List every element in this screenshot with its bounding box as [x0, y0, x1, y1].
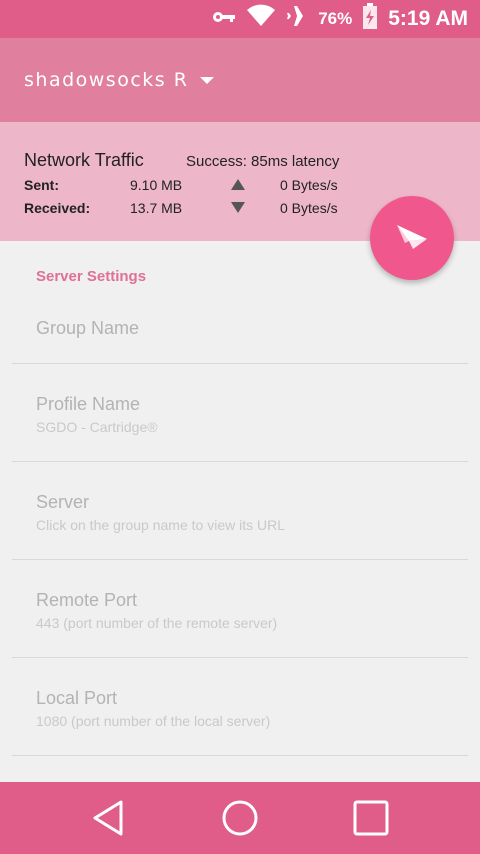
battery-percent: 76%	[318, 9, 353, 28]
wifi-icon	[246, 4, 276, 34]
status-bar: 76% 5:19 AM	[0, 0, 480, 38]
upload-arrow-icon	[231, 179, 245, 190]
received-label: Received:	[24, 200, 91, 216]
pref-summary: Click on the group name to view its URL	[36, 517, 285, 533]
back-icon[interactable]	[88, 798, 128, 838]
vpn-key-icon	[212, 8, 236, 31]
chevron-down-icon[interactable]	[200, 76, 215, 84]
pref-server[interactable]: Server Click on the group name to view i…	[12, 461, 468, 560]
pref-profile-name[interactable]: Profile Name SGDO - Cartridge®	[12, 363, 468, 462]
traffic-heading: Network Traffic	[24, 150, 144, 170]
received-total: 13.7 MB	[130, 200, 183, 216]
sent-total: 9.10 MB	[130, 177, 183, 193]
pref-title: Local Port	[36, 688, 118, 708]
home-icon[interactable]	[220, 798, 260, 838]
app-bar: shadowsocks R	[0, 38, 480, 122]
sent-rate: 0 Bytes/s	[280, 177, 338, 193]
pref-summary: 1080 (port number of the local server)	[36, 713, 271, 729]
airplane-icon	[286, 3, 314, 35]
pref-local-port[interactable]: Local Port 1080 (port number of the loca…	[12, 657, 468, 756]
download-arrow-icon	[231, 202, 245, 213]
pref-title: Profile Name	[36, 394, 141, 414]
pref-group-name[interactable]: Group Name	[12, 265, 468, 364]
profile-selector[interactable]: shadowsocks R	[24, 69, 188, 91]
received-rate: 0 Bytes/s	[280, 200, 338, 216]
pref-remote-port[interactable]: Remote Port 443 (port number of the remo…	[12, 559, 468, 658]
battery-charging-icon	[362, 3, 378, 35]
navigation-bar	[0, 782, 480, 854]
pref-summary: 443 (port number of the remote server)	[36, 615, 278, 631]
sent-label: Sent:	[24, 177, 59, 193]
pref-title: Group Name	[36, 318, 140, 338]
latency-status[interactable]: Success: 85ms latency	[186, 153, 339, 170]
clock: 5:19 AM	[388, 7, 468, 30]
pref-title: Server	[36, 492, 90, 512]
pref-summary: SGDO - Cartridge®	[36, 419, 158, 435]
recents-icon[interactable]	[351, 798, 391, 838]
paper-plane-icon	[395, 221, 429, 256]
pref-title: Remote Port	[36, 590, 138, 610]
